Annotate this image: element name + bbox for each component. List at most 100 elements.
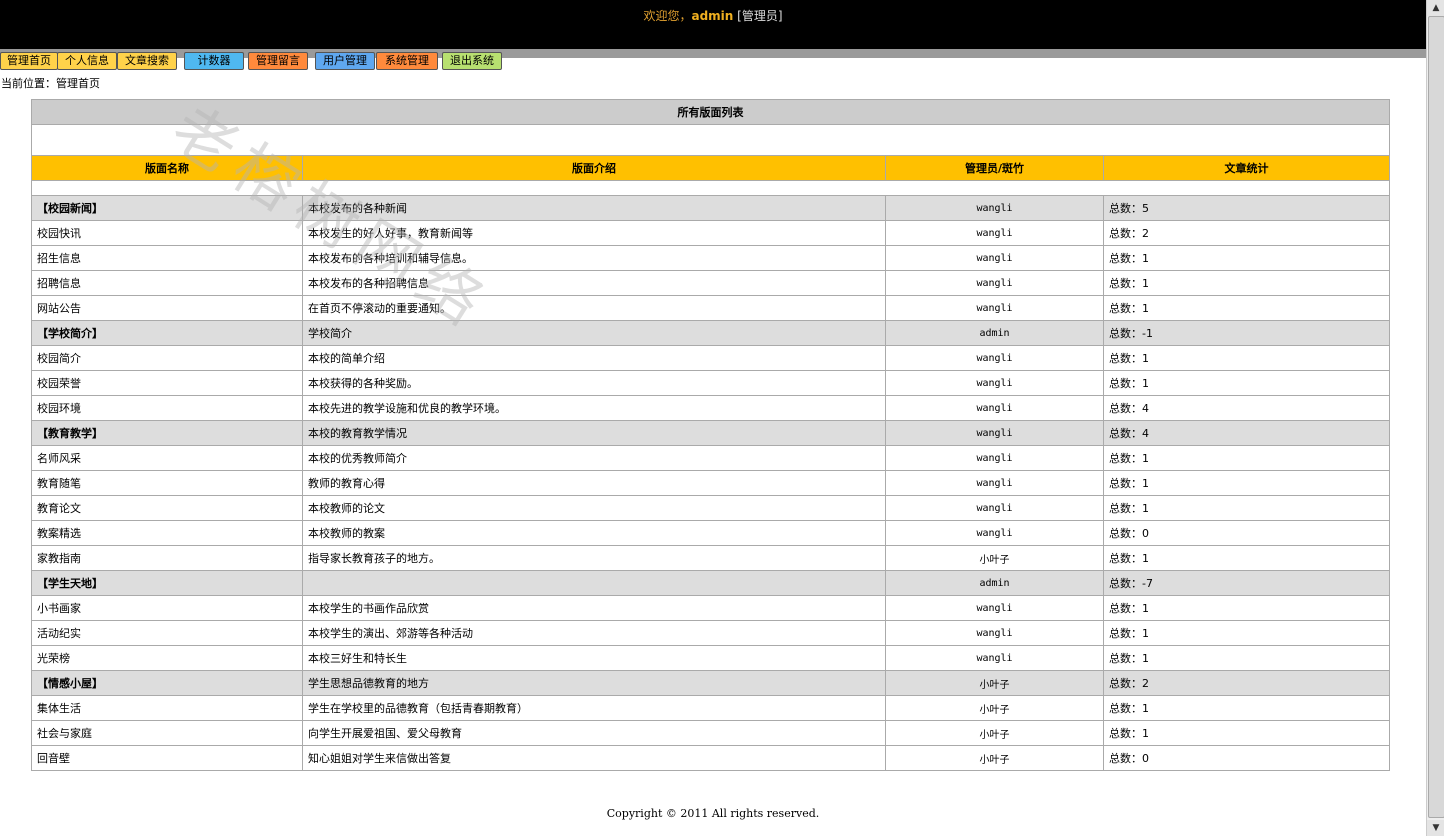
board-desc: 本校的教育教学情况 [302, 420, 886, 446]
board-name: 校园环境 [31, 395, 303, 421]
board-name: 活动纪实 [31, 620, 303, 646]
board-admin: admin [885, 320, 1104, 346]
board-count: 总数：-7 [1103, 570, 1390, 596]
board-name: 集体生活 [31, 695, 303, 721]
board-desc: 本校发生的好人好事，教育新闻等 [302, 220, 886, 246]
table-row: 名师风采 本校的优秀教师简介 wangli 总数：1 [31, 445, 1390, 471]
board-name: 光荣榜 [31, 645, 303, 671]
table-body: 【校园新闻】 本校发布的各种新闻 wangli 总数：5 校园快讯 本校发生的好人好事，教… [31, 195, 1390, 771]
spacer-row [31, 180, 1390, 196]
board-count: 总数：0 [1103, 520, 1390, 546]
board-name: 家教指南 [31, 545, 303, 571]
board-count: 总数：1 [1103, 720, 1390, 746]
table-row: 教育论文 本校教师的论文 wangli 总数：1 [31, 495, 1390, 521]
board-name: 【学生天地】 [31, 570, 303, 596]
board-desc: 本校学生的书画作品欣赏 [302, 595, 886, 621]
board-count: 总数：1 [1103, 345, 1390, 371]
board-desc: 教师的教育心得 [302, 470, 886, 496]
board-count: 总数：5 [1103, 195, 1390, 221]
board-name: 回音壁 [31, 745, 303, 771]
board-name: 【学校简介】 [31, 320, 303, 346]
username: admin [691, 9, 734, 23]
board-count: 总数：-1 [1103, 320, 1390, 346]
board-desc: 知心姐姐对学生来信做出答复 [302, 745, 886, 771]
table-row: 集体生活 学生在学校里的品德教育（包括青春期教育） 小叶子 总数：1 [31, 695, 1390, 721]
board-name: 招生信息 [31, 245, 303, 271]
board-admin: wangli [885, 395, 1104, 421]
board-count: 总数：1 [1103, 370, 1390, 396]
board-admin: 小叶子 [885, 670, 1104, 696]
board-desc: 本校教师的教案 [302, 520, 886, 546]
board-admin: wangli [885, 295, 1104, 321]
board-admin: wangli [885, 195, 1104, 221]
board-count: 总数：1 [1103, 645, 1390, 671]
scroll-down-icon[interactable]: ▼ [1427, 820, 1444, 836]
category-row: 【学校简介】 学校简介 admin 总数：-1 [31, 320, 1390, 346]
board-name: 名师风采 [31, 445, 303, 471]
board-desc: 本校学生的演出、郊游等各种活动 [302, 620, 886, 646]
board-desc: 本校发布的各种新闻 [302, 195, 886, 221]
board-count: 总数：1 [1103, 620, 1390, 646]
breadcrumb: 当前位置：管理首页 [1, 77, 100, 90]
board-count: 总数：4 [1103, 420, 1390, 446]
board-count: 总数：1 [1103, 495, 1390, 521]
board-admin: wangli [885, 345, 1104, 371]
scroll-up-icon[interactable]: ▲ [1427, 0, 1444, 16]
col-header-count: 文章统计 [1103, 155, 1390, 181]
board-admin: 小叶子 [885, 745, 1104, 771]
board-desc: 学校简介 [302, 320, 886, 346]
table-row: 家教指南 指导家长教育孩子的地方。 小叶子 总数：1 [31, 545, 1390, 571]
board-desc: 在首页不停滚动的重要通知。 [302, 295, 886, 321]
board-desc: 本校获得的各种奖励。 [302, 370, 886, 396]
blank-row [31, 124, 1390, 156]
table-row: 小书画家 本校学生的书画作品欣赏 wangli 总数：1 [31, 595, 1390, 621]
board-count: 总数：1 [1103, 545, 1390, 571]
nav-button-3[interactable]: 文章搜索 [117, 52, 177, 70]
board-admin: 小叶子 [885, 545, 1104, 571]
table-row: 社会与家庭 向学生开展爱祖国、爱父母教育 小叶子 总数：1 [31, 720, 1390, 746]
board-count: 总数：2 [1103, 670, 1390, 696]
board-desc: 学生思想品德教育的地方 [302, 670, 886, 696]
user-role: [管理员] [737, 9, 783, 23]
table-row: 校园环境 本校先进的教学设施和优良的教学环境。 wangli 总数：4 [31, 395, 1390, 421]
nav-button-6[interactable]: 用户管理 [315, 52, 375, 70]
nav-button-1[interactable]: 管理首页 [0, 52, 58, 70]
nav-button-7[interactable]: 系统管理 [376, 52, 438, 70]
board-name: 教案精选 [31, 520, 303, 546]
nav-button-5[interactable]: 管理留言 [248, 52, 308, 70]
board-desc: 本校发布的各种培训和辅导信息。 [302, 245, 886, 271]
board-admin: wangli [885, 495, 1104, 521]
scrollbar-thumb[interactable] [1428, 16, 1444, 818]
board-desc: 本校的简单介绍 [302, 345, 886, 371]
board-desc: 本校教师的论文 [302, 495, 886, 521]
board-count: 总数：1 [1103, 470, 1390, 496]
board-name: 教育随笔 [31, 470, 303, 496]
table-row: 校园快讯 本校发生的好人好事，教育新闻等 wangli 总数：2 [31, 220, 1390, 246]
board-desc: 本校三好生和特长生 [302, 645, 886, 671]
board-admin: wangli [885, 620, 1104, 646]
welcome-text: 欢迎您， [643, 9, 692, 23]
table-row: 网站公告 在首页不停滚动的重要通知。 wangli 总数：1 [31, 295, 1390, 321]
board-name: 招聘信息 [31, 270, 303, 296]
nav-button-4[interactable]: 计数器 [184, 52, 244, 70]
nav-button-8[interactable]: 退出系统 [442, 52, 502, 70]
board-admin: wangli [885, 445, 1104, 471]
vertical-scrollbar[interactable]: ▲ ▼ [1426, 0, 1444, 836]
board-admin: wangli [885, 220, 1104, 246]
board-name: 校园简介 [31, 345, 303, 371]
table-row: 光荣榜 本校三好生和特长生 wangli 总数：1 [31, 645, 1390, 671]
board-name: 教育论文 [31, 495, 303, 521]
board-name: 【教育教学】 [31, 420, 303, 446]
table-row: 校园荣誉 本校获得的各种奖励。 wangli 总数：1 [31, 370, 1390, 396]
board-admin: wangli [885, 645, 1104, 671]
board-admin: wangli [885, 420, 1104, 446]
table-row: 校园简介 本校的简单介绍 wangli 总数：1 [31, 345, 1390, 371]
board-desc: 本校先进的教学设施和优良的教学环境。 [302, 395, 886, 421]
table-row: 教育随笔 教师的教育心得 wangli 总数：1 [31, 470, 1390, 496]
board-admin: admin [885, 570, 1104, 596]
board-count: 总数：1 [1103, 695, 1390, 721]
board-count: 总数：1 [1103, 270, 1390, 296]
table-row: 教案精选 本校教师的教案 wangli 总数：0 [31, 520, 1390, 546]
board-count: 总数：1 [1103, 295, 1390, 321]
nav-button-2[interactable]: 个人信息 [57, 52, 117, 70]
